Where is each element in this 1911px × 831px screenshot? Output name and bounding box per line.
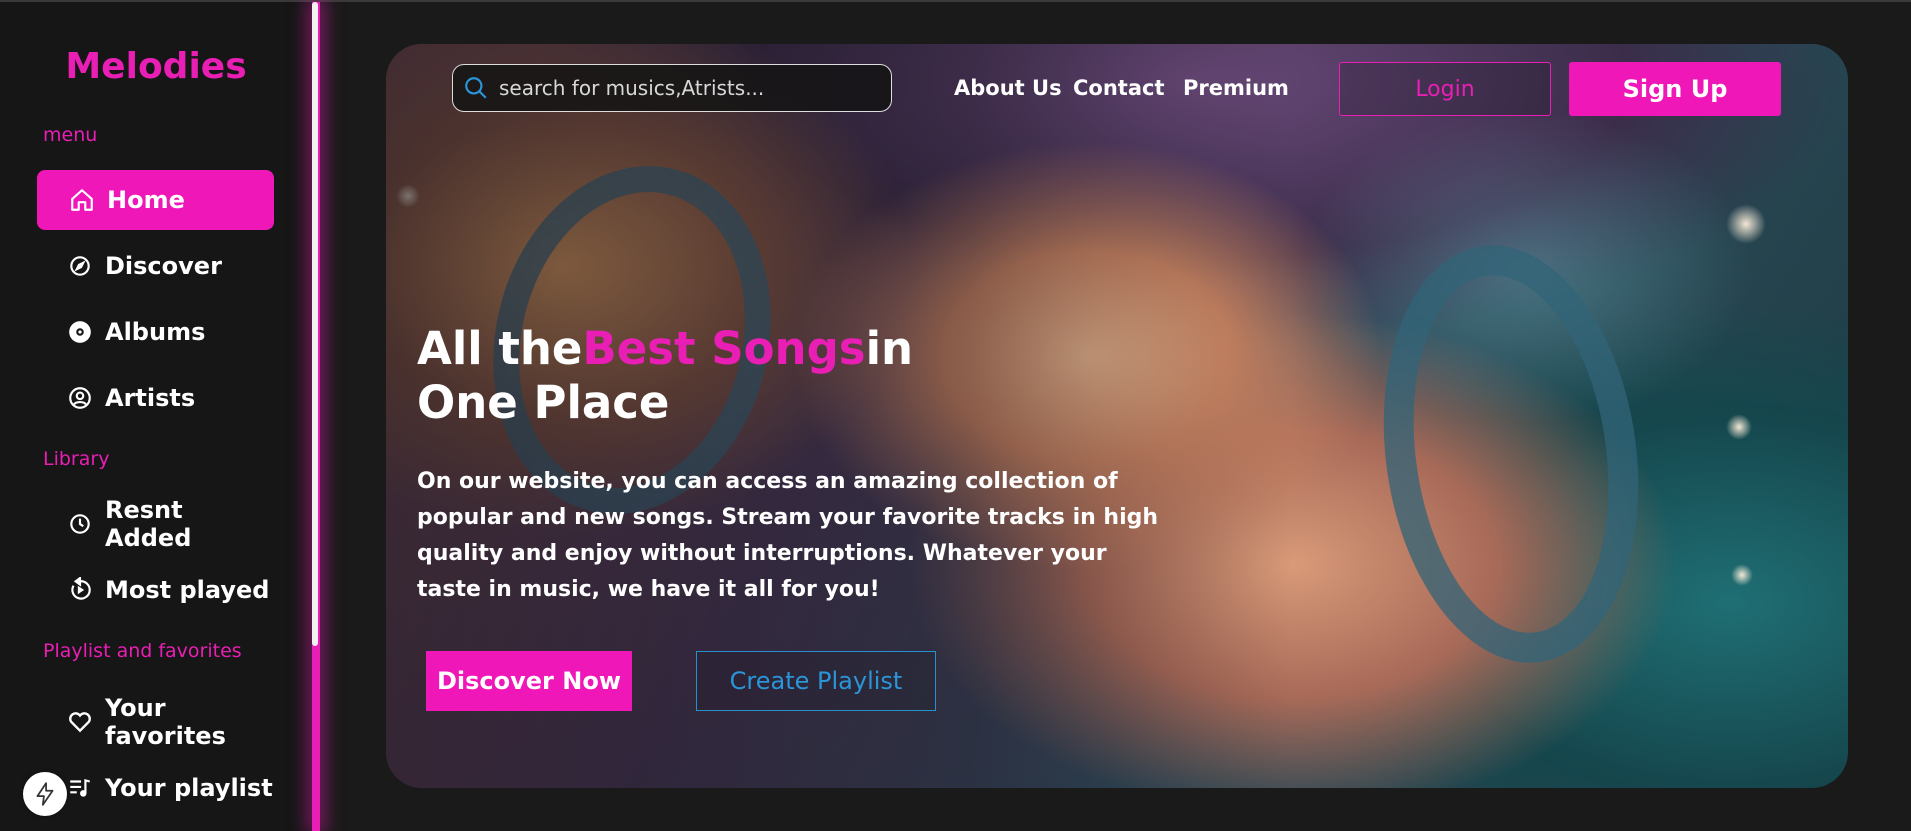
sidebar-item-label: Artists	[105, 384, 196, 412]
search-input[interactable]	[497, 75, 881, 101]
brand-logo[interactable]: Melodies	[0, 46, 312, 87]
headline-accent: Best Songs	[582, 322, 866, 375]
sidebar-item-discover[interactable]: Discover	[37, 236, 274, 296]
sidebar-item-albums[interactable]: Albums	[37, 302, 274, 362]
hero-banner: About Us Contact Premium Login Sign Up A…	[386, 44, 1848, 788]
sidebar: Melodies menu Home Discover Albums Artis…	[0, 2, 312, 831]
discover-now-button[interactable]: Discover Now	[426, 651, 632, 711]
headline-text: in	[865, 322, 914, 375]
home-icon	[69, 187, 95, 213]
nav-link-about-us[interactable]: About Us	[954, 76, 1062, 100]
hero-headline: All theBest Songsin One Place	[417, 322, 1017, 430]
sidebar-item-label: Home	[107, 186, 185, 214]
heart-icon	[67, 709, 93, 735]
sidebar-item-recent-added[interactable]: Resnt Added	[37, 494, 274, 554]
sidebar-item-artists[interactable]: Artists	[37, 368, 274, 428]
hero-description: On our website, you can access an amazin…	[417, 469, 1159, 602]
sidebar-item-label: Discover	[105, 252, 222, 280]
sidebar-item-home[interactable]: Home	[37, 170, 274, 230]
headline-line2: One Place	[417, 376, 670, 429]
login-button[interactable]: Login	[1339, 62, 1551, 116]
sidebar-item-label: Your favorites	[105, 694, 226, 750]
headline-text: All the	[417, 322, 583, 375]
search-bar[interactable]	[452, 64, 892, 112]
sidebar-item-label: Most played	[105, 576, 270, 604]
menu-section-label: menu	[43, 124, 98, 146]
user-circle-icon	[67, 385, 93, 411]
create-playlist-button[interactable]: Create Playlist	[696, 651, 936, 711]
clock-icon	[67, 511, 93, 537]
sidebar-item-label: Albums	[105, 318, 206, 346]
nav-link-premium[interactable]: Premium	[1183, 76, 1289, 100]
playlist-section-label: Playlist and favorites	[43, 640, 242, 662]
library-section-label: Library	[43, 448, 110, 470]
signup-button[interactable]: Sign Up	[1569, 62, 1781, 116]
compass-icon	[67, 253, 93, 279]
sidebar-scrollbar[interactable]	[312, 2, 318, 646]
music-list-icon	[67, 775, 93, 801]
disc-icon	[67, 319, 93, 345]
nav-link-contact[interactable]: Contact	[1073, 76, 1165, 100]
search-icon	[465, 77, 487, 99]
replay-icon	[67, 577, 93, 603]
quick-action-button[interactable]	[23, 772, 67, 816]
lightning-icon	[36, 782, 54, 806]
sidebar-item-playlist[interactable]: Your playlist	[37, 758, 274, 818]
sidebar-item-favorites[interactable]: Your favorites	[37, 692, 274, 752]
sidebar-item-label: Your playlist	[105, 774, 273, 802]
sidebar-item-most-played[interactable]: Most played	[37, 560, 274, 620]
sidebar-item-label: Resnt Added	[105, 496, 192, 552]
